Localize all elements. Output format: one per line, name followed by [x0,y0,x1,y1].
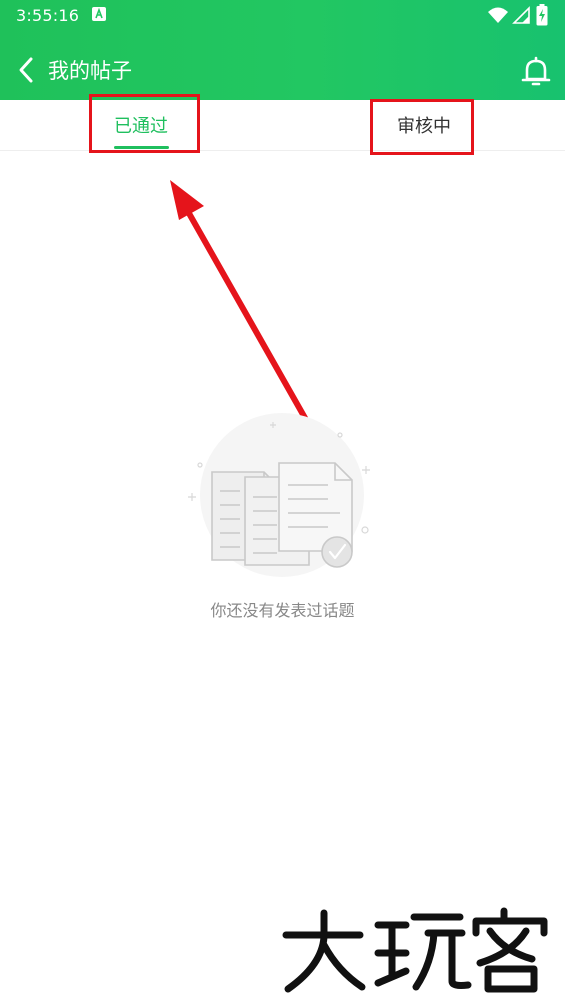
back-button[interactable] [12,54,44,86]
status-time: 3:55:16 [16,6,80,25]
documents-check-illustration [188,413,370,577]
annotation-box-reviewing [370,99,474,155]
watermark-logo [282,907,548,993]
notifications-button[interactable] [518,54,554,90]
page-title: 我的帖子 [48,59,132,83]
status-bar: 3:55:16 [0,0,565,32]
annotation-arrow [170,180,308,421]
signal-icon [512,6,530,24]
bell-icon [521,56,551,86]
chevron-left-icon [19,57,33,83]
empty-state-message: 你还没有发表过话题 [210,601,355,620]
annotation-box-approved [89,94,200,153]
app-bar: 3:55:16 我的帖子 [0,0,565,100]
wifi-icon [488,7,508,23]
battery-charging-icon [536,4,548,26]
tab-bar: 已通过 审核中 [0,100,565,151]
notification-a-icon [92,7,106,21]
